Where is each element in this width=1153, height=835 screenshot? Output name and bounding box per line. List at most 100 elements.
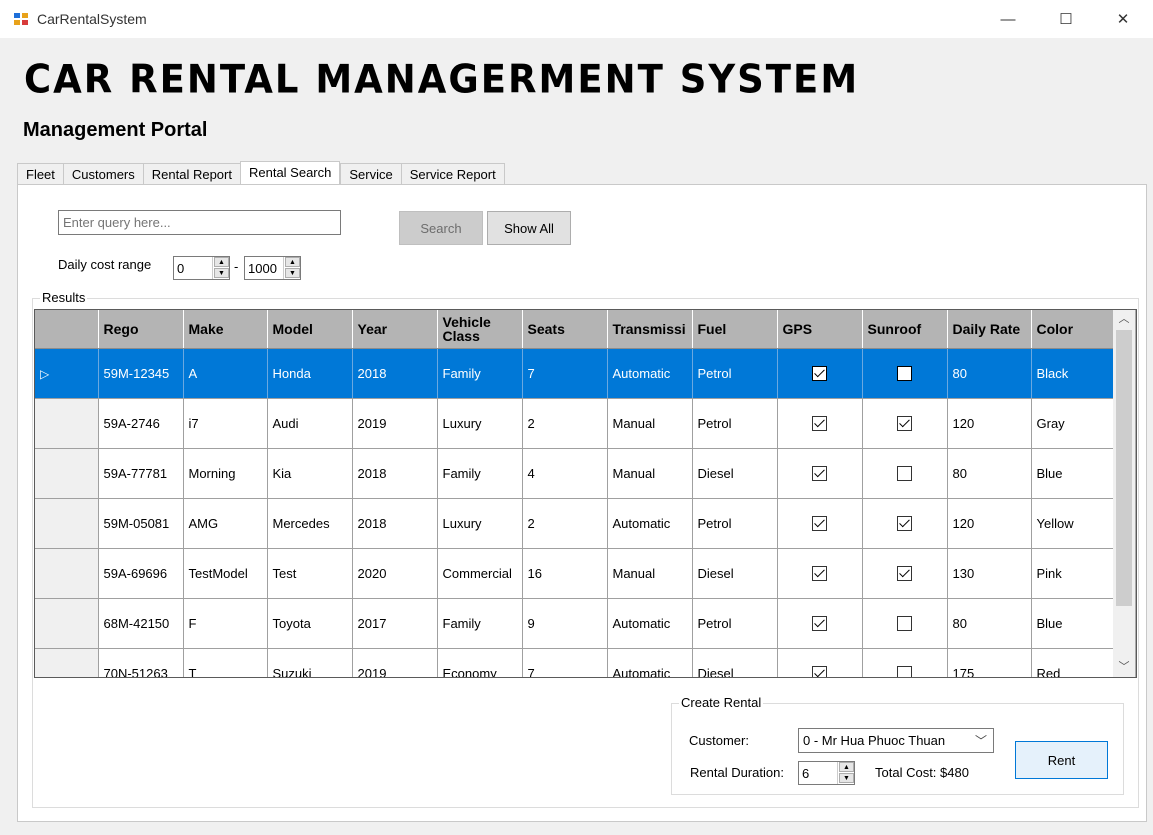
year-cell[interactable]: 2019 [352,648,438,677]
stepper-down-icon[interactable]: ▼ [285,268,300,278]
gps-cell[interactable] [777,398,863,449]
table-row[interactable]: 59M-05081 AMG Mercedes 2018 Luxury 2 Automatic… [35,498,1116,549]
color-cell[interactable]: Yellow [1031,498,1116,549]
model-cell[interactable]: Mercedes [267,498,353,549]
max-cost-stepper[interactable]: 1000 ▲ ▼ [244,256,301,280]
make-cell[interactable]: i7 [183,398,268,449]
trans-cell[interactable]: Manual [607,548,693,599]
color-cell[interactable]: Red [1031,648,1116,677]
gps-cell[interactable] [777,448,863,499]
year-cell[interactable]: 2019 [352,398,438,449]
rego-cell[interactable]: 68M-42150 [98,598,184,649]
class-cell[interactable]: Family [437,348,523,399]
gps-checkbox[interactable] [812,416,827,432]
trans-cell[interactable]: Automatic [607,348,693,399]
sunroof-cell[interactable] [862,648,948,677]
column-header[interactable]: Sunroof [862,310,948,349]
seats-cell[interactable]: 9 [522,598,608,649]
rego-cell[interactable]: 70N-51263 [98,648,184,677]
rent-button[interactable]: Rent [1015,741,1108,779]
results-grid[interactable]: Rego Make Model Year Vehicle Class Seats… [34,309,1137,678]
search-button[interactable]: Search [399,211,483,245]
column-header[interactable]: Transmissi [607,310,693,349]
trans-cell[interactable]: Manual [607,448,693,499]
color-cell[interactable]: Black [1031,348,1116,399]
class-cell[interactable]: Family [437,598,523,649]
model-cell[interactable]: Honda [267,348,353,399]
column-header[interactable]: Seats [522,310,608,349]
row-header[interactable] [35,598,99,649]
make-cell[interactable]: TestModel [183,548,268,599]
row-header[interactable] [35,398,99,449]
gps-checkbox[interactable] [812,366,827,382]
sunroof-checkbox[interactable] [897,666,912,677]
gps-checkbox[interactable] [812,616,827,632]
rego-cell[interactable]: 59A-69696 [98,548,184,599]
rate-cell[interactable]: 80 [947,348,1032,399]
seats-cell[interactable]: 2 [522,498,608,549]
gps-cell[interactable] [777,498,863,549]
column-header[interactable]: Rego [98,310,184,349]
gps-cell[interactable] [777,648,863,677]
model-cell[interactable]: Toyota [267,598,353,649]
scroll-thumb[interactable] [1116,330,1132,606]
sunroof-checkbox[interactable] [897,416,912,432]
close-button[interactable]: ✕ [1100,0,1146,38]
sunroof-cell[interactable] [862,498,948,549]
rate-cell[interactable]: 80 [947,598,1032,649]
class-cell[interactable]: Luxury [437,498,523,549]
min-cost-stepper[interactable]: 0 ▲ ▼ [173,256,230,280]
gps-checkbox[interactable] [812,666,827,677]
trans-cell[interactable]: Manual [607,398,693,449]
color-cell[interactable]: Gray [1031,398,1116,449]
seats-cell[interactable]: 16 [522,548,608,599]
gps-checkbox[interactable] [812,566,827,582]
column-header[interactable]: Fuel [692,310,778,349]
class-cell[interactable]: Luxury [437,398,523,449]
minimize-button[interactable]: — [985,0,1031,38]
rate-cell[interactable]: 80 [947,448,1032,499]
gps-cell[interactable] [777,548,863,599]
model-cell[interactable]: Suzuki [267,648,353,677]
sunroof-checkbox[interactable] [897,516,912,532]
fuel-cell[interactable]: Petrol [692,598,778,649]
row-header[interactable] [35,648,99,677]
stepper-up-icon[interactable]: ▲ [285,257,300,267]
seats-cell[interactable]: 2 [522,398,608,449]
column-header[interactable]: Model [267,310,353,349]
class-cell[interactable]: Commercial [437,548,523,599]
model-cell[interactable]: Audi [267,398,353,449]
color-cell[interactable]: Pink [1031,548,1116,599]
sunroof-cell[interactable] [862,548,948,599]
year-cell[interactable]: 2020 [352,548,438,599]
stepper-down-icon[interactable]: ▼ [839,773,854,783]
scroll-up-icon[interactable]: ︿ [1113,310,1135,328]
trans-cell[interactable]: Automatic [607,648,693,677]
model-cell[interactable]: Test [267,548,353,599]
seats-cell[interactable]: 7 [522,348,608,399]
model-cell[interactable]: Kia [267,448,353,499]
gps-checkbox[interactable] [812,516,827,532]
table-row[interactable]: 68M-42150 F Toyota 2017 Family 9 Automatic Petr… [35,598,1116,649]
year-cell[interactable]: 2018 [352,448,438,499]
sunroof-checkbox[interactable] [897,366,912,382]
year-cell[interactable]: 2017 [352,598,438,649]
make-cell[interactable]: F [183,598,268,649]
make-cell[interactable]: Morning [183,448,268,499]
seats-cell[interactable]: 7 [522,648,608,677]
table-row[interactable]: ▷ 59M-12345 A Honda 2018 Family 7 Automatic Petr… [35,348,1116,399]
column-header[interactable]: Color [1031,310,1116,349]
show-all-button[interactable]: Show All [487,211,571,245]
color-cell[interactable]: Blue [1031,598,1116,649]
sunroof-cell[interactable] [862,348,948,399]
customer-select[interactable]: 0 - Mr Hua Phuoc Thuan ﹀ [798,728,994,753]
column-header[interactable]: Daily Rate [947,310,1032,349]
table-row[interactable]: 59A-2746 i7 Audi 2019 Luxury 2 Manual Petrol 120… [35,398,1116,449]
column-header[interactable]: GPS [777,310,863,349]
column-header[interactable]: Make [183,310,268,349]
column-header[interactable]: Year [352,310,438,349]
stepper-down-icon[interactable]: ▼ [214,268,229,278]
rego-cell[interactable]: 59M-05081 [98,498,184,549]
table-row[interactable]: 59A-77781 Morning Kia 2018 Family 4 Manual Dies… [35,448,1116,499]
gps-cell[interactable] [777,598,863,649]
